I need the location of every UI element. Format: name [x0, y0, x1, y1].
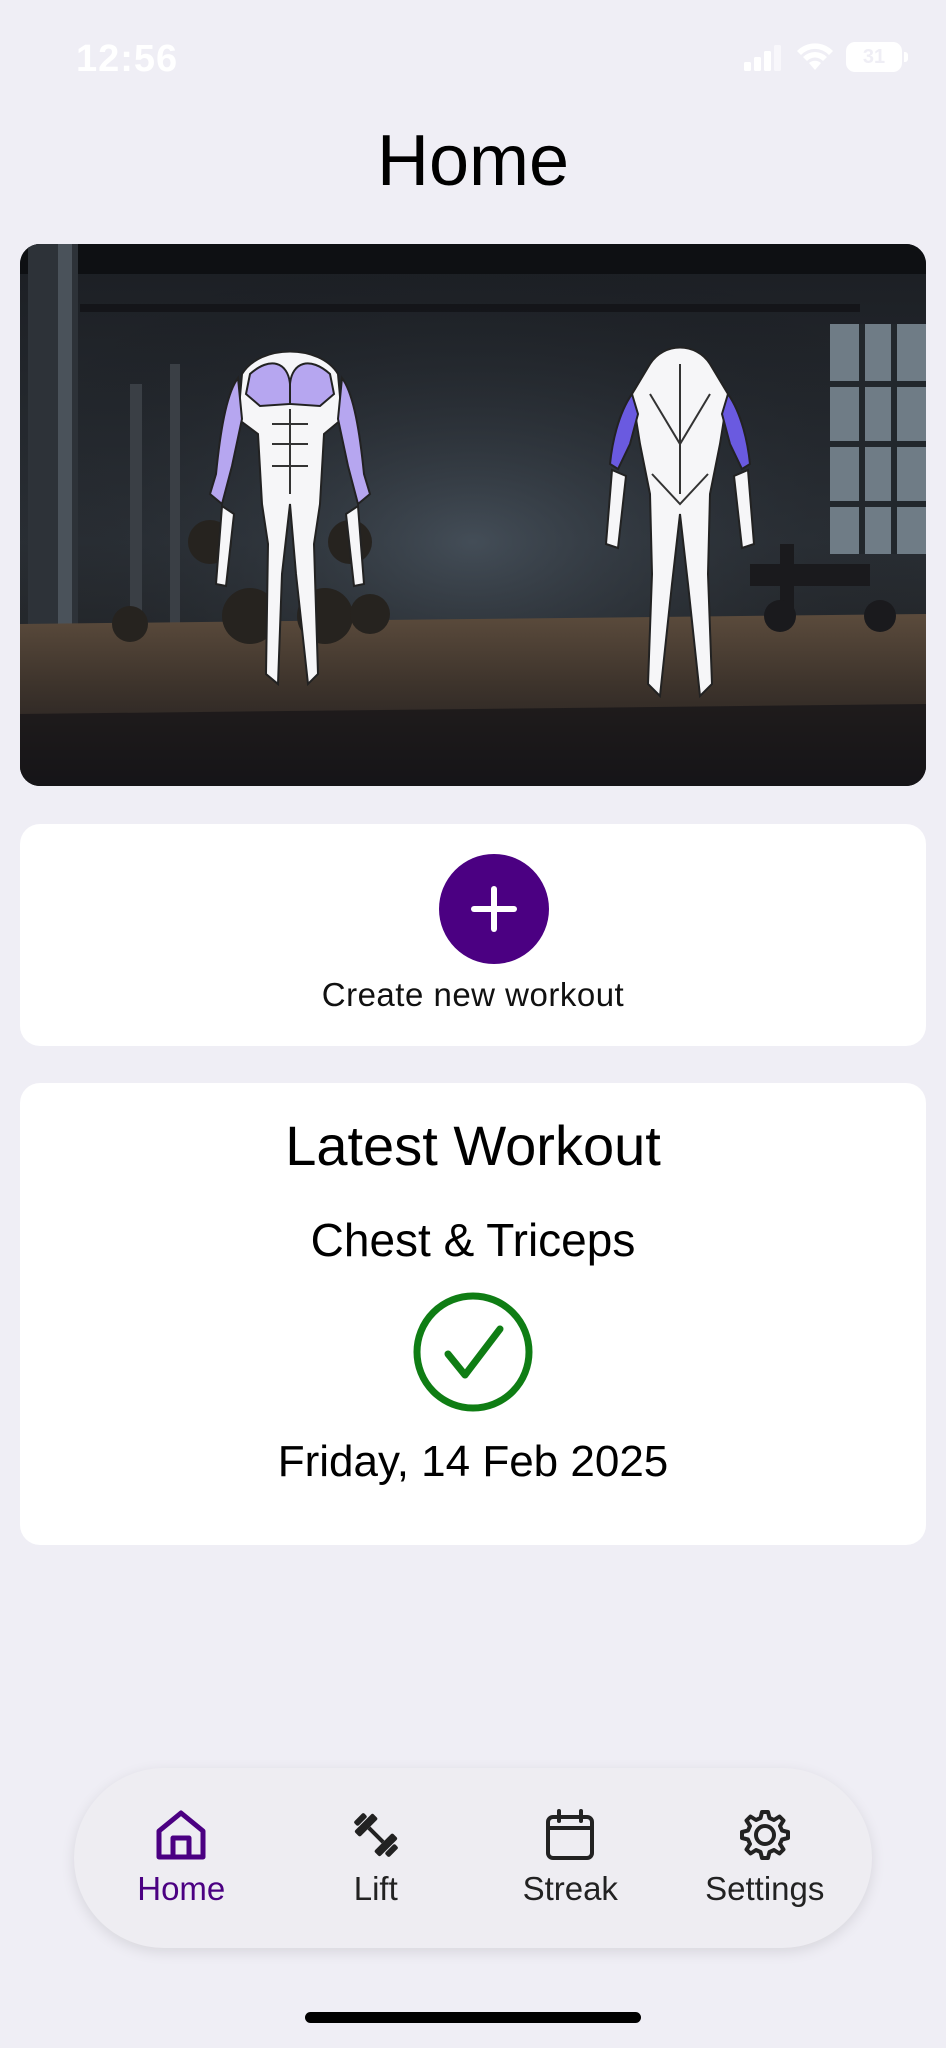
muscle-map-image	[20, 244, 926, 786]
tab-lift[interactable]: Lift	[286, 1808, 466, 1908]
status-bar: 12:56 31	[0, 0, 946, 120]
tab-lift-label: Lift	[353, 1870, 398, 1907]
status-icons: 31	[744, 42, 908, 72]
create-workout-label: Create new workout	[321, 976, 625, 1013]
create-workout-card[interactable]: Create new workout	[20, 824, 926, 1046]
tab-home[interactable]: Home	[91, 1808, 271, 1908]
checkmark-circle-icon	[413, 1292, 533, 1412]
page-title: Home	[376, 121, 570, 201]
home-indicator[interactable]	[305, 2012, 641, 2023]
gear-icon	[739, 1810, 790, 1860]
home-icon	[156, 1810, 206, 1860]
calendar-icon	[546, 1809, 595, 1860]
tab-streak[interactable]: Streak	[480, 1808, 660, 1908]
tab-settings-label: Settings	[705, 1870, 825, 1907]
battery-icon: 31	[846, 42, 908, 72]
signal-icon	[744, 45, 781, 71]
status-time: 12:56	[76, 38, 179, 80]
wifi-icon	[797, 43, 833, 70]
plus-icon	[471, 886, 517, 932]
create-workout-button[interactable]	[439, 854, 549, 964]
battery-level: 31	[862, 45, 886, 68]
dumbbell-icon	[353, 1813, 398, 1857]
latest-workout-date: Friday, 14 Feb 2025	[277, 1437, 669, 1486]
tab-streak-label: Streak	[522, 1870, 618, 1907]
latest-workout-card[interactable]: Latest Workout Chest & Triceps Friday, 1…	[20, 1083, 926, 1545]
latest-workout-title: Latest Workout	[285, 1114, 661, 1177]
tab-bar: Home Lift Streak Settings	[74, 1768, 872, 1948]
latest-workout-name: Chest & Triceps	[310, 1214, 636, 1266]
tab-settings[interactable]: Settings	[675, 1808, 855, 1908]
tab-home-label: Home	[137, 1870, 226, 1907]
home-screen: 12:56 31 Home Create new workout Latest …	[0, 0, 946, 2048]
